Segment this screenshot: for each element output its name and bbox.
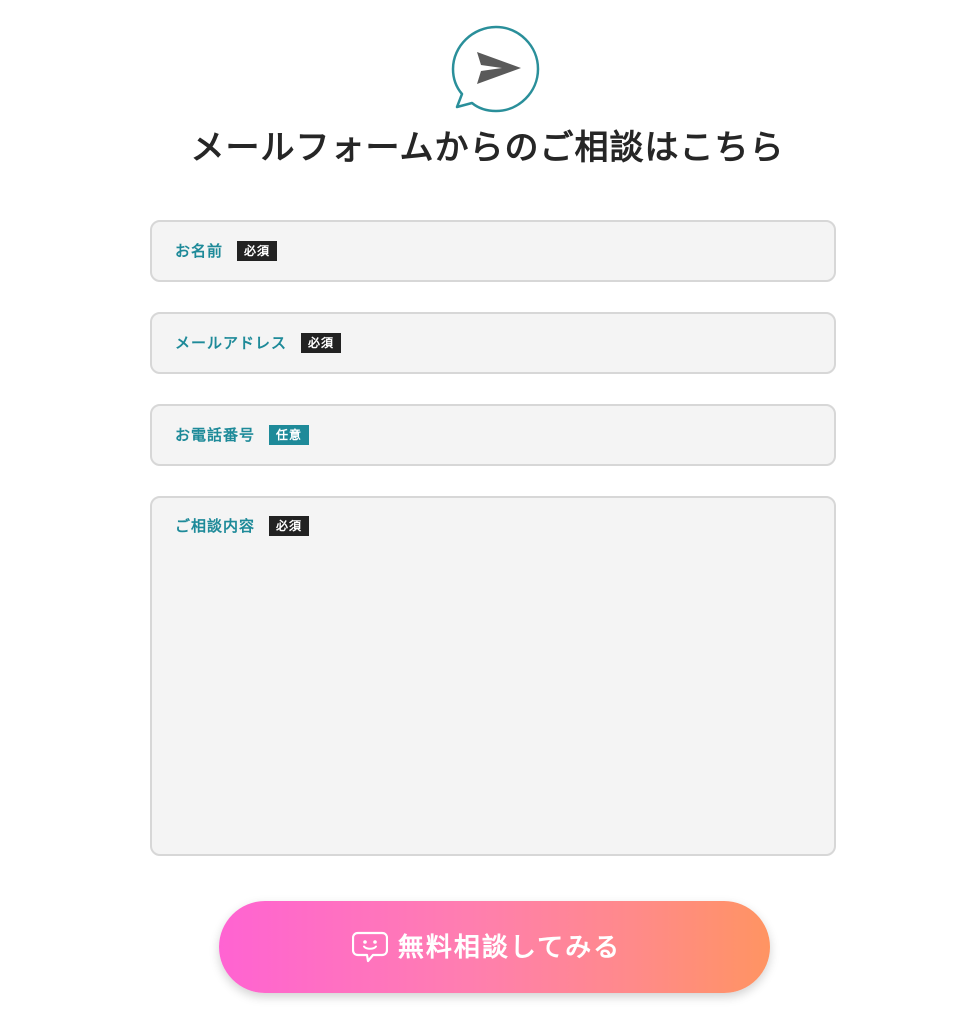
email-field[interactable]: メールアドレス 必須 (150, 312, 836, 374)
message-label: ご相談内容 (175, 517, 256, 535)
name-label: お名前 (175, 242, 224, 260)
optional-badge: 任意 (269, 425, 310, 445)
submit-button[interactable]: 無料相談してみる (219, 901, 770, 993)
name-input[interactable] (332, 236, 816, 268)
name-label-row: お名前 必須 (175, 240, 278, 262)
submit-label: 無料相談してみる (397, 932, 622, 962)
phone-label-row: お電話番号 任意 (175, 424, 310, 446)
email-label: メールアドレス (175, 334, 288, 352)
submit-button-content: 無料相談してみる (351, 931, 622, 963)
email-label-row: メールアドレス 必須 (175, 332, 342, 354)
name-field[interactable]: お名前 必須 (150, 220, 836, 282)
phone-field[interactable]: お電話番号 任意 (150, 404, 836, 466)
message-label-row: ご相談内容 必須 (175, 515, 310, 537)
email-input[interactable] (332, 328, 816, 360)
message-field[interactable]: ご相談内容 必須 (150, 496, 836, 856)
page-title: メールフォームからのご相談はこちら (190, 128, 785, 168)
required-badge: 必須 (269, 516, 310, 536)
phone-input[interactable] (332, 420, 816, 452)
smiley-chat-bubble-icon (351, 931, 388, 963)
send-message-icon (451, 25, 540, 113)
required-badge: 必須 (237, 241, 278, 261)
phone-label: お電話番号 (175, 426, 256, 444)
message-textarea[interactable] (174, 548, 818, 844)
